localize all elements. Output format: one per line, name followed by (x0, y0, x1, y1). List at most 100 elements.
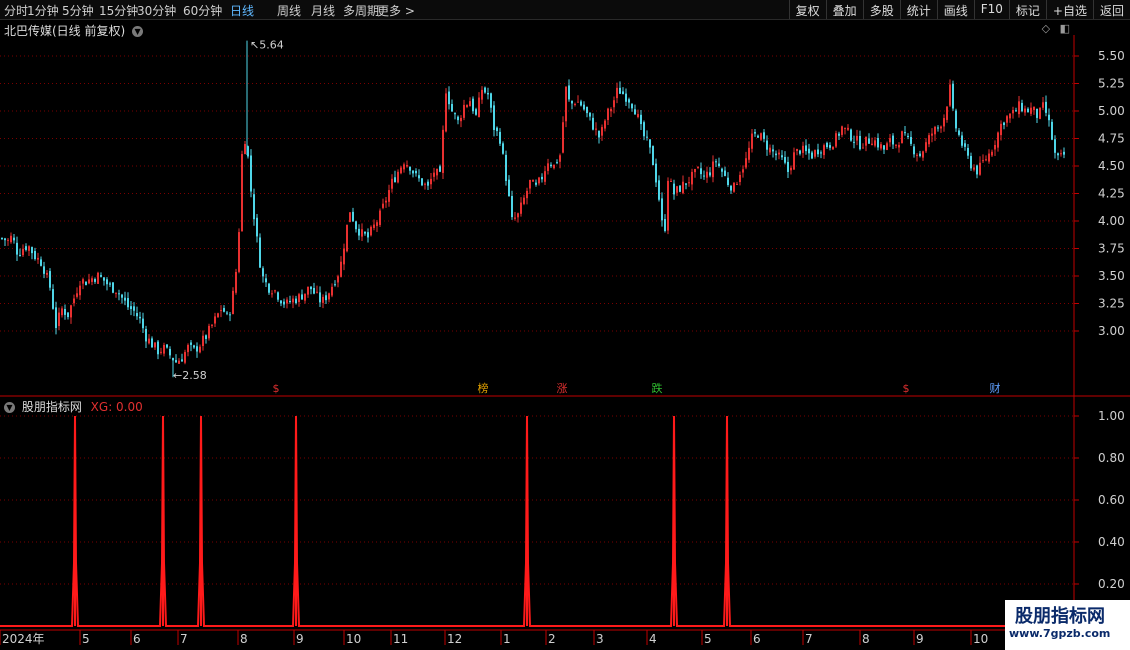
candle-body (256, 217, 258, 237)
x-tick-label: 4 (649, 632, 657, 646)
candle-body (427, 181, 429, 186)
stock-chart: 5.50 5.25 5.00 4.75 4.50 4.25 4.00 3.75 3.50 3.25… (0, 35, 1130, 646)
candle-body (511, 195, 513, 218)
candle-body (85, 281, 87, 286)
candle-body (163, 344, 165, 354)
candle-body (544, 171, 546, 182)
diamond-icon[interactable]: ◇ (1042, 22, 1050, 35)
candle-body (985, 159, 987, 161)
candle-body (943, 118, 945, 127)
candle-body (37, 257, 39, 260)
candle-body (1018, 101, 1020, 115)
candle-body (658, 180, 660, 200)
candle-body (223, 308, 225, 312)
chevron-down-icon[interactable]: ▼ (4, 402, 15, 413)
candle-body (364, 231, 366, 234)
candle-body (895, 144, 897, 146)
candle-body (34, 251, 36, 260)
candle-body (673, 183, 675, 195)
watermark-line1: 股朋指标网 (1015, 606, 1105, 627)
candle-body (298, 294, 300, 302)
candle-body (148, 338, 150, 344)
x-tick-label: 1 (503, 632, 511, 646)
candle-body (982, 160, 984, 162)
candle-body (415, 170, 417, 174)
candle-body (67, 312, 69, 318)
candle-body (235, 272, 237, 293)
candle-body (55, 307, 57, 329)
candle-body (541, 176, 543, 180)
chevron-down-icon[interactable]: ▼ (132, 26, 144, 37)
candle-body (349, 212, 351, 223)
candle-body (124, 297, 126, 301)
candle-body (706, 171, 708, 178)
candle-body (193, 345, 195, 348)
candle-body (487, 93, 489, 95)
candle-body (568, 85, 570, 100)
candle-body (310, 286, 312, 290)
y-tick-label: 0.20 (1098, 577, 1125, 591)
candle-body (1000, 123, 1002, 136)
candle-body (1009, 113, 1011, 119)
y-tick-label: 5.00 (1098, 104, 1125, 118)
candle-body (97, 272, 99, 284)
candle-body (25, 246, 27, 250)
candle-body (400, 167, 402, 174)
candle-body (898, 144, 900, 148)
candle-body (388, 190, 390, 202)
y-tick-label: 0.80 (1098, 451, 1125, 465)
candle-body (454, 113, 456, 115)
candle-body (847, 127, 849, 130)
candle-body (766, 140, 768, 150)
candle-body (1024, 108, 1026, 113)
candle-body (646, 136, 648, 138)
candle-body (127, 298, 129, 308)
stock-title: 北巴传媒(日线 前复权) (4, 24, 126, 38)
candle-body (271, 293, 273, 295)
candle-body (328, 293, 330, 300)
candle-body (373, 224, 375, 228)
candle-body (655, 163, 657, 183)
candle-body (238, 232, 240, 272)
candle-body (361, 229, 363, 237)
chart-controls: ◇ ◧ (1036, 22, 1070, 35)
candle-body (196, 346, 198, 352)
candle-body (4, 238, 6, 241)
y-tick-label: 3.50 (1098, 269, 1125, 283)
candle-body (52, 289, 54, 309)
candle-body (778, 152, 780, 155)
candle-body (1045, 101, 1047, 113)
candle-body (382, 203, 384, 208)
candle-body (676, 186, 678, 193)
candle-body (745, 158, 747, 168)
candle-body (166, 344, 168, 348)
candle-body (634, 109, 636, 115)
candle-body (385, 200, 387, 203)
candle-body (307, 286, 309, 295)
candle-body (433, 172, 435, 177)
candle-body (997, 132, 999, 148)
candle-body (910, 136, 912, 144)
candle-body (466, 105, 468, 107)
candle-body (472, 98, 474, 112)
candle-body (913, 146, 915, 155)
y-tick-label: 0.40 (1098, 535, 1125, 549)
candle-body (103, 277, 105, 281)
candle-body (574, 103, 576, 105)
x-tick-label: 2024年 (2, 632, 45, 646)
panel-toggle-icon[interactable]: ◧ (1060, 22, 1070, 35)
candle-body (991, 151, 993, 156)
candle-body (352, 211, 354, 222)
candle-body (886, 143, 888, 150)
candle-body (949, 84, 951, 106)
candle-body (106, 279, 108, 285)
candle-body (133, 306, 135, 311)
candle-body (397, 171, 399, 183)
candle-body (424, 183, 426, 185)
candle-body (832, 146, 834, 150)
candle-body (550, 164, 552, 167)
y-tick-label: 0.60 (1098, 493, 1125, 507)
candle-body (715, 161, 717, 163)
candle-body (958, 130, 960, 135)
candle-body (505, 154, 507, 181)
